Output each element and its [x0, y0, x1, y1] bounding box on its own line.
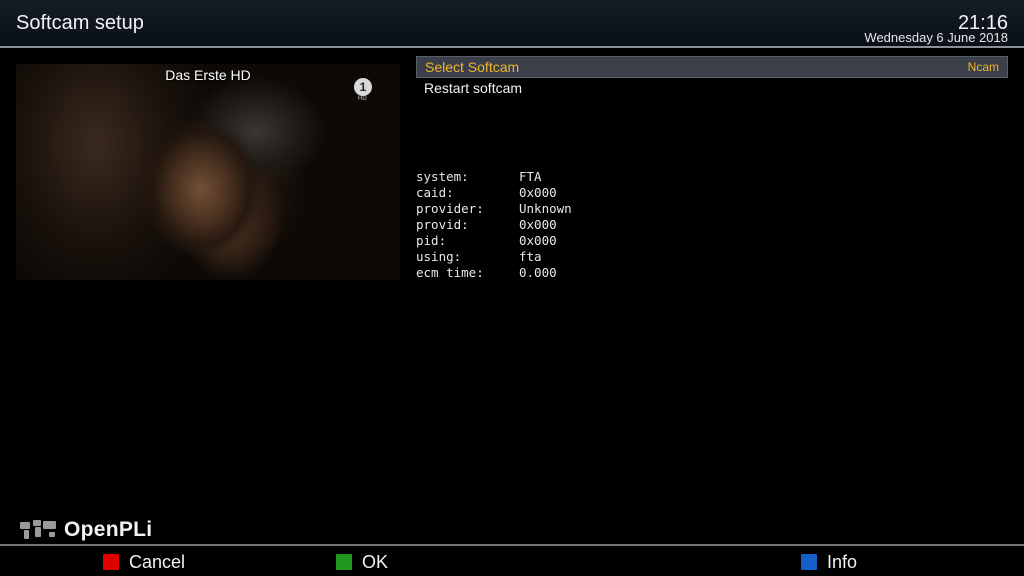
info-row-provider: provider: Unknown: [416, 201, 572, 217]
green-key-icon: [336, 554, 352, 570]
ok-button-label: OK: [362, 551, 389, 572]
footer-bar: Cancel OK Info: [0, 544, 1024, 576]
tv-preview: Das Erste HD 1 HD: [16, 64, 400, 280]
date-display: Wednesday 6 June 2018: [864, 30, 1008, 45]
info-value: Unknown: [519, 201, 572, 216]
channel-logo-hd: HD: [358, 96, 367, 102]
channel-name: Das Erste HD: [165, 67, 251, 83]
info-key: provid:: [416, 217, 469, 232]
info-button-label: Info: [827, 551, 858, 572]
cancel-button[interactable]: Cancel: [103, 552, 185, 572]
info-value: 0x000: [519, 217, 557, 232]
info-value: 0x000: [519, 233, 557, 248]
info-key: pid:: [416, 233, 447, 248]
menu-item-value: Ncam: [967, 60, 999, 74]
info-row-caid: caid: 0x000: [416, 185, 572, 201]
menu-item-label: Restart softcam: [424, 80, 523, 96]
info-row-ecm-time: ecm time: 0.000: [416, 265, 572, 281]
blue-key-icon: [801, 554, 817, 570]
channel-logo-icon: 1: [354, 78, 372, 96]
info-key: caid:: [416, 185, 454, 200]
info-row-using: using: fta: [416, 249, 572, 265]
header-bar: Softcam setup 21:16 Wednesday 6 June 201…: [0, 0, 1024, 48]
ecm-info-panel: system: FTA caid: 0x000 provider: Unknow…: [416, 169, 572, 281]
ok-button[interactable]: OK: [336, 552, 388, 572]
info-row-system: system: FTA: [416, 169, 572, 185]
openpli-logo: OpenPLi: [18, 515, 152, 545]
settings-menu: Select Softcam Ncam Restart softcam: [416, 56, 1008, 98]
red-key-icon: [103, 554, 119, 570]
info-row-pid: pid: 0x000: [416, 233, 572, 249]
cancel-button-label: Cancel: [129, 551, 186, 572]
info-key: provider:: [416, 201, 484, 216]
menu-item-label: Select Softcam: [425, 59, 520, 75]
logo-text: OpenPLi: [64, 518, 153, 541]
softcam-setup-screen: Softcam setup 21:16 Wednesday 6 June 201…: [0, 0, 1024, 576]
info-key: ecm time:: [416, 265, 484, 280]
info-value: 0x000: [519, 185, 557, 200]
page-title: Softcam setup: [16, 12, 144, 34]
info-value: 0.000: [519, 265, 557, 280]
info-button[interactable]: Info: [801, 552, 857, 572]
info-value: fta: [519, 249, 542, 264]
info-key: using:: [416, 249, 462, 264]
info-row-provid: provid: 0x000: [416, 217, 572, 233]
menu-item-restart-softcam[interactable]: Restart softcam: [416, 78, 1008, 98]
world-map-icon: [18, 516, 60, 544]
info-key: system:: [416, 169, 469, 184]
info-value: FTA: [519, 169, 542, 184]
menu-item-select-softcam[interactable]: Select Softcam Ncam: [416, 56, 1008, 78]
